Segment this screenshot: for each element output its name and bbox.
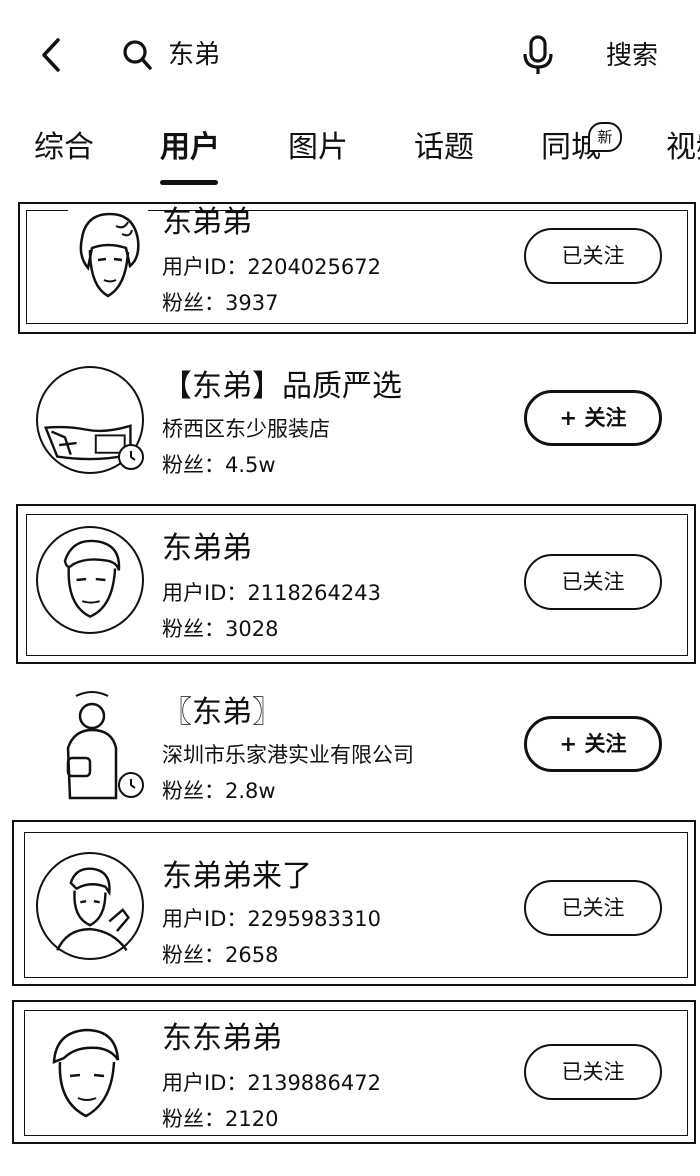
company-name: 深圳市乐家港实业有限公司 — [162, 743, 414, 767]
user-id: 用户ID：2295983310 — [162, 907, 381, 931]
user-id: 用户ID：2139886472 — [162, 1071, 381, 1095]
user-id: 用户ID：2204025672 — [162, 255, 381, 279]
search-button[interactable]: 搜索 — [606, 38, 658, 74]
tab-comprehensive[interactable]: 综合 — [34, 128, 94, 168]
avatar[interactable] — [68, 208, 148, 308]
user-result-row[interactable]: 东弟弟 用户ID：2204025672 粉丝：3937 已关注 — [0, 200, 700, 336]
user-name: 〖东弟〗 — [162, 695, 282, 730]
mic-icon[interactable] — [520, 34, 556, 76]
follower-count: 粉丝：4.5w — [162, 453, 276, 477]
following-button[interactable]: 已关注 — [524, 880, 662, 936]
user-result-row[interactable]: 东弟弟 用户ID：2118264243 粉丝：3028 已关注 — [0, 504, 700, 666]
following-button[interactable]: 已关注 — [524, 228, 662, 284]
user-id: 用户ID：2118264243 — [162, 581, 381, 605]
shop-name: 桥西区东少服装店 — [162, 417, 330, 441]
search-header: 东弟 搜索 — [0, 0, 700, 110]
follow-button[interactable]: + 关注 — [524, 390, 662, 446]
active-tab-indicator — [160, 180, 218, 185]
user-result-row[interactable]: 东弟弟来了 用户ID：2295983310 粉丝：2658 已关注 — [0, 820, 700, 988]
tab-images[interactable]: 图片 — [288, 128, 348, 168]
user-result-row[interactable]: 东东弟弟 用户ID：2139886472 粉丝：2120 已关注 — [0, 1000, 700, 1146]
verified-badge-icon — [118, 772, 144, 798]
tab-users[interactable]: 用户 — [160, 128, 220, 168]
user-name: 东弟弟 — [162, 205, 252, 240]
avatar[interactable] — [42, 1022, 132, 1126]
follower-count: 粉丝：2.8w — [162, 779, 276, 803]
follower-count: 粉丝：3028 — [162, 617, 279, 641]
user-result-row[interactable]: 【东弟】品质严选 桥西区东少服装店 粉丝：4.5w + 关注 — [0, 350, 700, 490]
follower-count: 粉丝：3937 — [162, 291, 279, 315]
search-input[interactable]: 东弟 — [168, 38, 220, 72]
avatar[interactable] — [36, 526, 144, 634]
tab-videos[interactable]: 视频 — [666, 128, 700, 168]
user-name: 东弟弟来了 — [162, 859, 312, 894]
following-button[interactable]: 已关注 — [524, 1044, 662, 1100]
category-tabs: 综合 用户 图片 话题 同城 新 视频 — [0, 118, 700, 190]
verified-badge-icon — [118, 444, 144, 470]
user-name: 东弟弟 — [162, 531, 252, 566]
following-button[interactable]: 已关注 — [524, 554, 662, 610]
user-name: 东东弟弟 — [162, 1021, 282, 1056]
user-result-row[interactable]: 〖东弟〗 深圳市乐家港实业有限公司 粉丝：2.8w + 关注 — [0, 680, 700, 820]
search-icon — [122, 38, 154, 72]
avatar[interactable] — [36, 852, 144, 960]
back-icon[interactable] — [34, 36, 68, 74]
follower-count: 粉丝：2658 — [162, 943, 279, 967]
follower-count: 粉丝：2120 — [162, 1107, 279, 1131]
new-badge: 新 — [588, 122, 622, 152]
tab-topics[interactable]: 话题 — [414, 128, 474, 168]
user-name: 【东弟】品质严选 — [162, 369, 402, 404]
follow-button[interactable]: + 关注 — [524, 716, 662, 772]
